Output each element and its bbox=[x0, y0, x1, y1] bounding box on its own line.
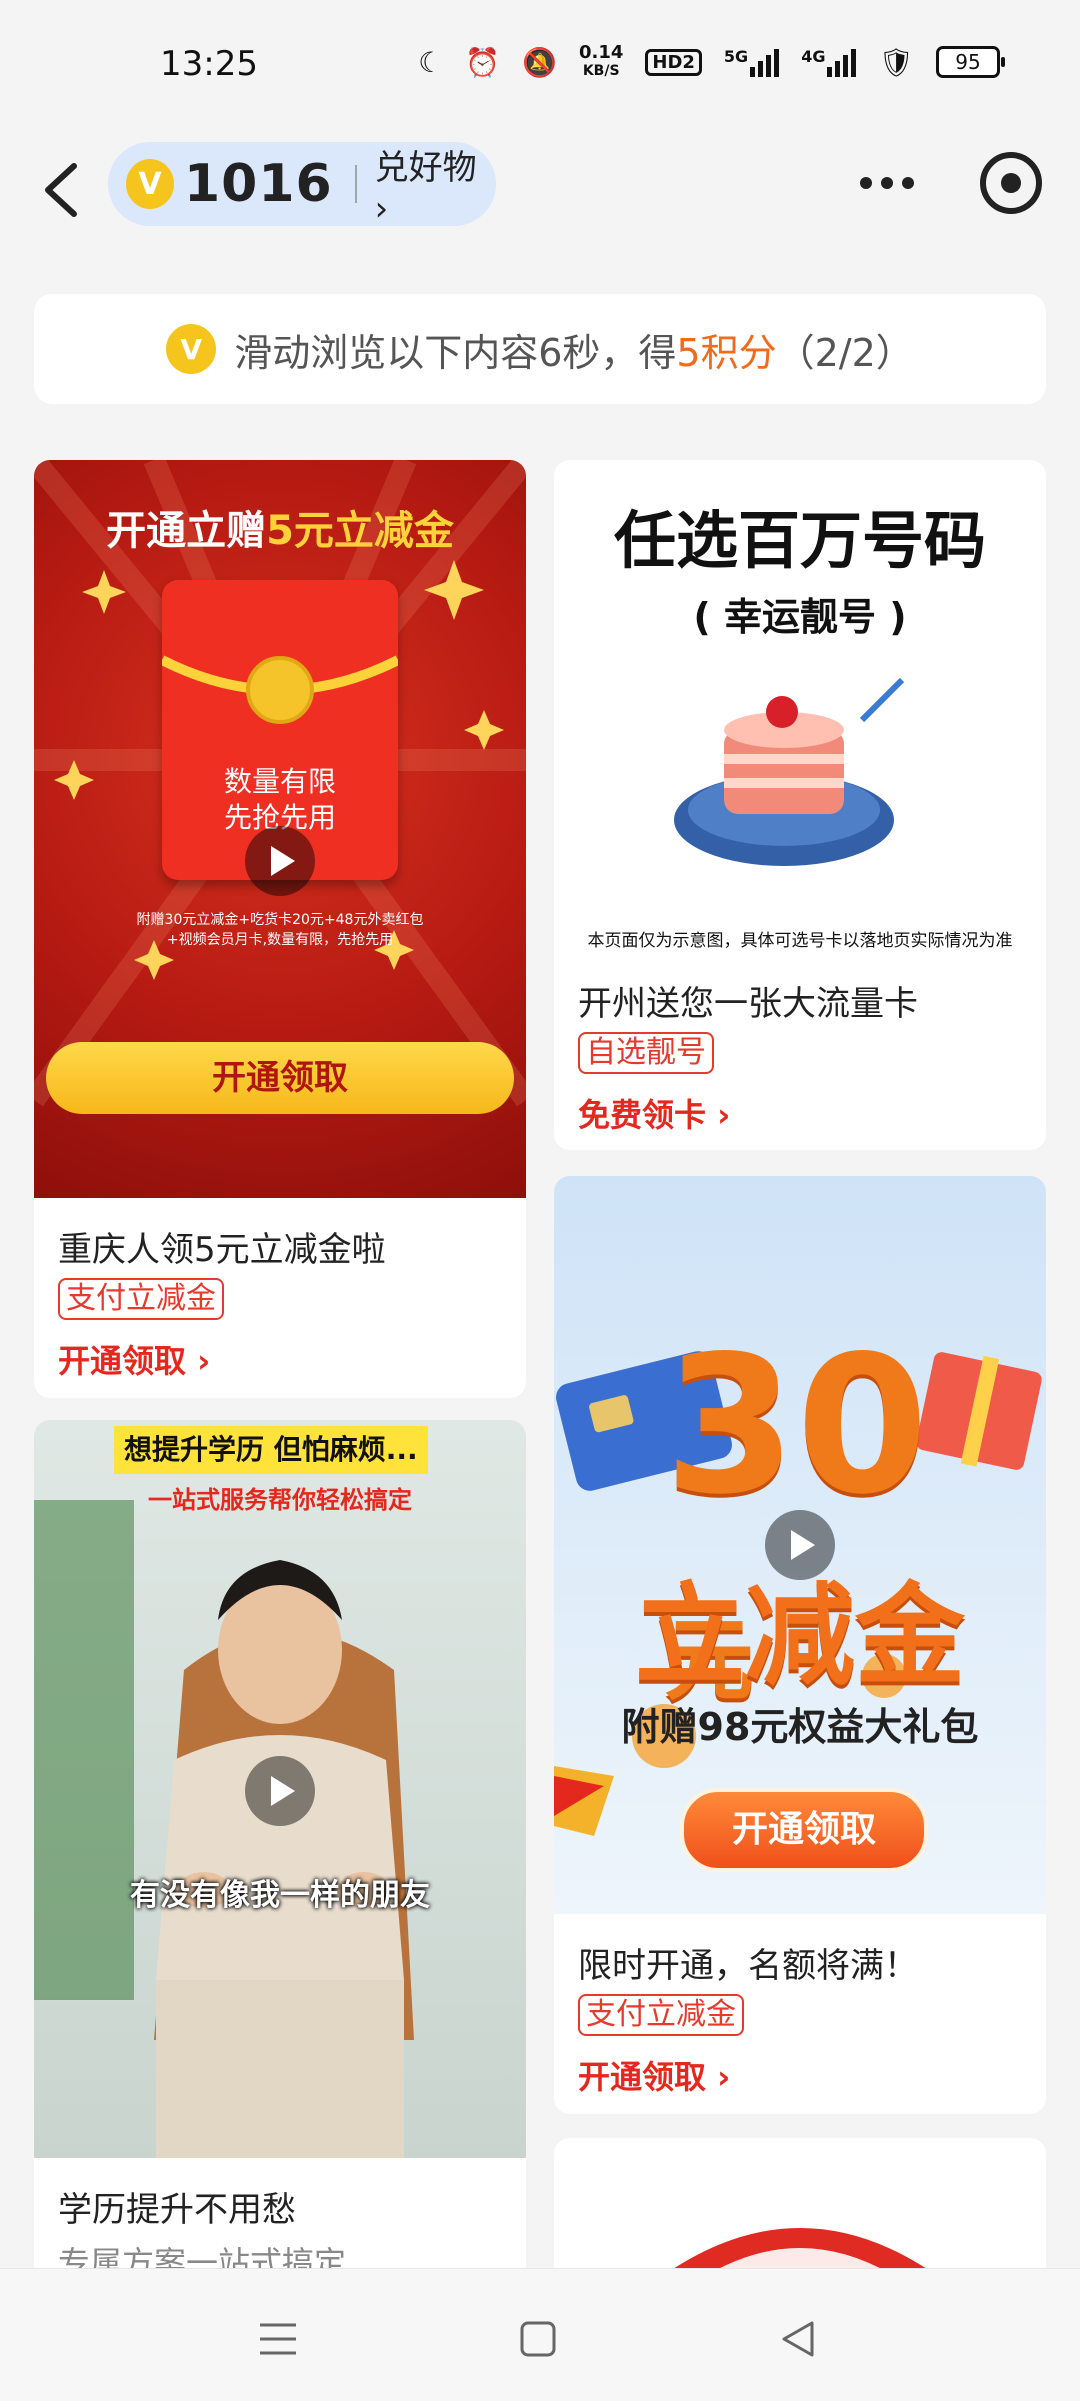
card2-headline: 任选百万号码 bbox=[613, 504, 986, 577]
feed-card-4[interactable]: 想提升学历 但怕麻烦... 一站式服务帮你轻松搞定 有没有像我一样的朋友 学历提… bbox=[34, 1420, 526, 2280]
task-reward: 5积分 bbox=[676, 330, 777, 375]
card1-banner-button[interactable]: 开通领取 bbox=[46, 1042, 514, 1114]
task-text: 滑动浏览以下内容6秒，得 bbox=[234, 330, 677, 375]
card2-subheadline: ( 幸运靓号 ) bbox=[693, 595, 907, 639]
moon-icon: ☾ bbox=[418, 45, 444, 79]
dot bbox=[881, 177, 893, 189]
menu-icon[interactable] bbox=[258, 2319, 298, 2359]
card4-banner: 想提升学历 但怕麻烦... 一站式服务帮你轻松搞定 有没有像我一样的朋友 bbox=[34, 1420, 526, 2158]
envelope-text-1: 数量有限 bbox=[223, 765, 336, 798]
card-title: 重庆人领5元立减金啦 bbox=[58, 1230, 386, 1270]
signal-4g-icon: 4G bbox=[801, 47, 857, 77]
card-tag: 自选靓号 bbox=[578, 1032, 714, 1074]
close-miniapp-button[interactable] bbox=[980, 152, 1042, 214]
points-coin-icon: V bbox=[166, 324, 217, 374]
network-speed: 0.14 KB/S bbox=[578, 42, 624, 80]
feed-card-3[interactable]: 30元 立减金 附赠98元权益大礼包 开通领取 限时开通，名额将满！ 支付立减金… bbox=[554, 1176, 1046, 2114]
card-tag: 支付立减金 bbox=[578, 1994, 744, 2036]
more-button[interactable] bbox=[860, 168, 930, 198]
dot bbox=[860, 177, 872, 189]
system-nav-bar bbox=[0, 2268, 1080, 2401]
card-cta[interactable]: 免费领卡 › bbox=[578, 1090, 730, 1136]
shield-dollar-icon: 🛡 bbox=[878, 45, 914, 79]
top-nav: V 1016 兑好物 › bbox=[0, 130, 1080, 250]
feed-card-2[interactable]: 任选百万号码 ( 幸运靓号 ) 本页面仅为示意图，具体可选号卡以落地页实际情况为… bbox=[554, 460, 1046, 1150]
status-icons: ☾ ⏰ 🔕 0.14 KB/S HD2 5G 4G 🛡 95 bbox=[418, 42, 1005, 80]
card2-note: 本页面仅为示意图，具体可选号卡以落地页实际情况为准 bbox=[587, 931, 1013, 951]
points-count: 1016 bbox=[184, 154, 333, 214]
target-dot-icon bbox=[1001, 173, 1021, 193]
feed-card-1[interactable]: 开通立赠5元立减金 数量有限 先抢先用 附赠30元立减金+吃货卡20元+48元外… bbox=[34, 460, 526, 1398]
redeem-link[interactable]: 兑好物 › bbox=[375, 140, 496, 229]
signal-5g-icon: 5G bbox=[724, 47, 780, 77]
dot bbox=[902, 177, 914, 189]
card3-banner: 30元 立减金 附赠98元权益大礼包 开通领取 bbox=[554, 1176, 1046, 1914]
card4-subtitle: 有没有像我一样的朋友 bbox=[130, 1878, 430, 1913]
pill-divider bbox=[354, 165, 357, 203]
task-progress: （2/2） bbox=[776, 330, 914, 375]
card-tag: 支付立减金 bbox=[58, 1278, 224, 1320]
card3-banner-button[interactable]: 开通领取 bbox=[680, 1788, 928, 1872]
card2-banner: 任选百万号码 ( 幸运靓号 ) 本页面仅为示意图，具体可选号卡以落地页实际情况为… bbox=[554, 460, 1046, 960]
battery-icon: 95 bbox=[936, 46, 1005, 78]
card1-headline: 开通立赠5元立减金 bbox=[106, 508, 454, 554]
play-icon[interactable] bbox=[245, 1756, 315, 1826]
card1-fine-print: 附赠30元立减金+吃货卡20元+48元外卖红包 +视频会员月卡,数量有限，先抢先… bbox=[136, 912, 424, 948]
chevron-left-icon bbox=[45, 163, 77, 217]
status-bar: 13:25 ☾ ⏰ 🔕 0.14 KB/S HD2 5G 4G 🛡 95 bbox=[0, 0, 1080, 130]
task-banner: V 滑动浏览以下内容6秒，得 5积分 （2/2） bbox=[34, 294, 1046, 404]
mute-bell-icon: 🔕 bbox=[522, 45, 557, 79]
card1-banner: 开通立赠5元立减金 数量有限 先抢先用 附赠30元立减金+吃货卡20元+48元外… bbox=[34, 460, 526, 1198]
card3-subheadline: 附赠98元权益大礼包 bbox=[621, 1705, 979, 1749]
points-coin-icon: V bbox=[126, 159, 174, 209]
play-icon[interactable] bbox=[765, 1510, 835, 1580]
card-title: 开州送您一张大流量卡 bbox=[578, 984, 918, 1024]
points-pill[interactable]: V 1016 兑好物 › bbox=[108, 140, 496, 229]
hd-icon: HD2 bbox=[645, 48, 702, 76]
card4-caption-mid: 一站式服务帮你轻松搞定 bbox=[148, 1486, 412, 1514]
home-square-icon[interactable] bbox=[518, 2319, 558, 2359]
alarm-icon: ⏰ bbox=[465, 45, 501, 79]
card-cta[interactable]: 开通领取 › bbox=[578, 2052, 730, 2098]
back-button[interactable] bbox=[30, 152, 100, 228]
card-title: 限时开通，名额将满！ bbox=[578, 1946, 918, 1986]
card-cta[interactable]: 开通领取 › bbox=[58, 1336, 210, 1382]
card-title: 学历提升不用愁 bbox=[58, 2190, 296, 2230]
play-icon[interactable] bbox=[245, 826, 315, 896]
back-triangle-icon[interactable] bbox=[778, 2319, 818, 2359]
status-time: 13:25 bbox=[160, 44, 258, 84]
card4-caption-top: 想提升学历 但怕麻烦... bbox=[114, 1426, 428, 1474]
cake-graphic bbox=[674, 677, 905, 866]
